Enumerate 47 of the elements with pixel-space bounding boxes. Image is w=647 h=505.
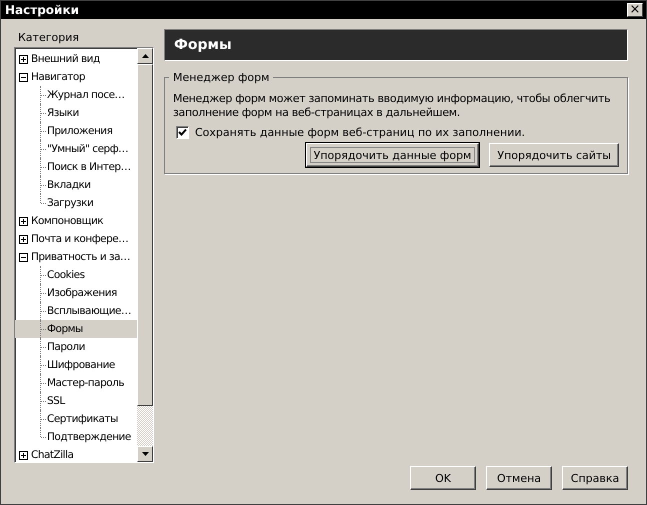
expander-icon[interactable] xyxy=(19,54,28,64)
tree-item[interactable]: Почта и конфере… xyxy=(15,230,137,248)
manage-button[interactable]: Упорядочить данные форм xyxy=(306,143,480,167)
tree-item[interactable]: Подтверждение xyxy=(15,428,137,446)
tree-item[interactable]: "Умный" серф… xyxy=(15,140,137,158)
tree-item[interactable]: Компоновщик xyxy=(15,212,137,230)
tree-item[interactable]: Формы xyxy=(15,320,137,338)
expander-icon[interactable] xyxy=(19,234,28,244)
tree-item[interactable]: Пароли xyxy=(15,338,137,356)
tree-item[interactable]: Вкладки xyxy=(15,176,137,194)
tree-item[interactable]: Загрузки xyxy=(15,194,137,212)
tree-item[interactable]: Изображения xyxy=(15,284,137,302)
tree-item[interactable]: Мастер-пароль xyxy=(15,374,137,392)
close-button[interactable]: × xyxy=(627,3,643,17)
tree-item[interactable]: Шифрование xyxy=(15,356,137,374)
tree-item[interactable]: Языки xyxy=(15,104,137,122)
tree-item[interactable]: Журнал посе… xyxy=(15,86,137,104)
checkbox-label: Сохранять данные форм веб-страниц по их заполнении. xyxy=(195,126,525,139)
checkbox[interactable] xyxy=(176,126,189,139)
save-forms-checkbox[interactable]: Сохранять данные форм веб-страниц по их заполнении. xyxy=(176,126,619,139)
group-title: Менеджер форм xyxy=(172,71,270,84)
tree-item[interactable]: ChatZilla xyxy=(15,446,137,462)
window-title: Настройки xyxy=(5,3,80,17)
dialog-button[interactable]: Справка xyxy=(562,466,628,490)
description-text: Менеджер форм может запоминать вводимую информацию, чтобы облегчить заполнение форм на веб-страницах в дальнейшем. xyxy=(173,92,612,120)
manage-button[interactable]: Упорядочить сайты xyxy=(489,143,619,167)
expander-icon[interactable] xyxy=(19,216,28,226)
tree-item[interactable]: Навигатор xyxy=(15,68,137,86)
section-title: Формы xyxy=(174,37,232,53)
tree-item[interactable]: Поиск в Интер… xyxy=(15,158,137,176)
expander-icon[interactable] xyxy=(19,450,28,460)
tree-item[interactable]: Внешний вид xyxy=(15,50,137,68)
tree-item[interactable]: Приложения xyxy=(15,122,137,140)
tree-item[interactable]: SSL xyxy=(15,392,137,410)
tree-item[interactable]: Сертификаты xyxy=(15,410,137,428)
tree-item[interactable]: Всплывающие… xyxy=(15,302,137,320)
dialog-button[interactable]: OK xyxy=(410,466,476,490)
expander-icon[interactable] xyxy=(19,72,28,82)
scroll-down-icon[interactable] xyxy=(137,446,153,462)
category-label: Категория xyxy=(17,30,80,46)
scroll-up-icon[interactable] xyxy=(137,48,153,64)
scrollbar[interactable] xyxy=(137,48,153,462)
scroll-thumb[interactable] xyxy=(137,64,153,406)
expander-icon[interactable] xyxy=(19,252,28,262)
tree-item[interactable]: Cookies xyxy=(15,266,137,284)
dialog-button[interactable]: Отмена xyxy=(486,466,552,490)
tree-item[interactable]: Приватность и за… xyxy=(15,248,137,266)
